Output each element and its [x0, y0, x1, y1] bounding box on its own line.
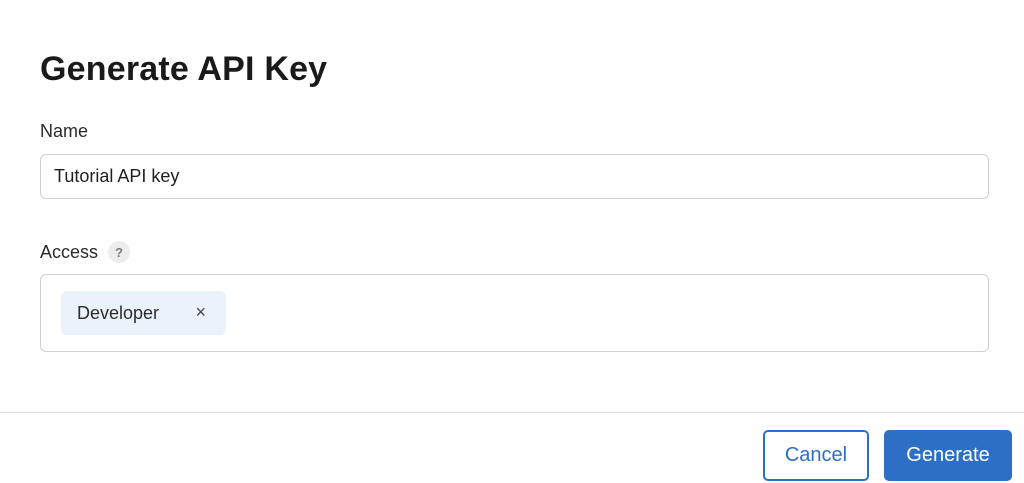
generate-api-key-dialog: Generate API Key Name Access ? Developer…: [0, 0, 1024, 483]
generate-button[interactable]: Generate: [884, 430, 1012, 481]
cancel-button[interactable]: Cancel: [763, 430, 869, 481]
footer-divider: [0, 412, 1024, 413]
access-tag-developer: Developer ×: [61, 291, 226, 335]
access-tag-label: Developer: [77, 302, 160, 323]
name-input[interactable]: [40, 154, 989, 199]
dialog-title: Generate API Key: [40, 50, 328, 88]
access-label: Access: [40, 241, 99, 262]
access-label-row: Access ?: [40, 241, 131, 263]
close-icon[interactable]: ×: [195, 302, 206, 323]
access-select[interactable]: Developer ×: [40, 274, 989, 352]
question-mark-icon[interactable]: ?: [108, 241, 131, 263]
name-label: Name: [40, 121, 89, 141]
